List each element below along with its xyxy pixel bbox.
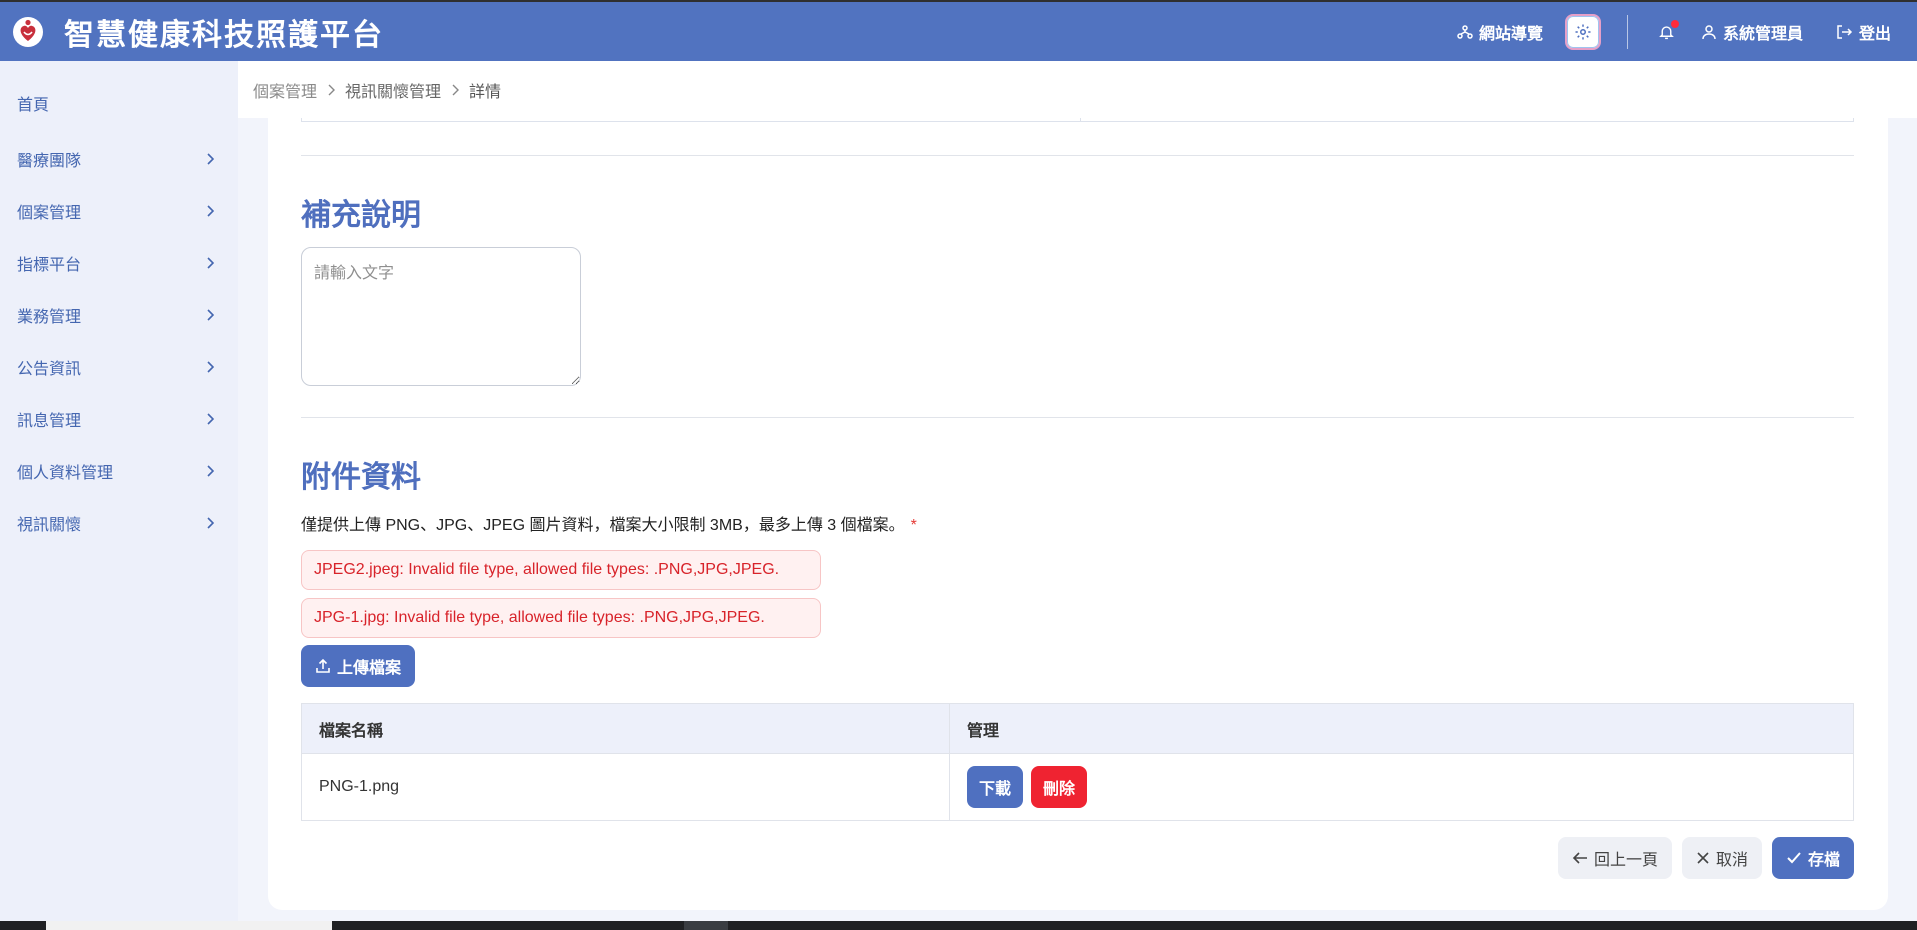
- table-header: 檔案名稱 管理: [302, 704, 1853, 754]
- chevron-right-icon: [207, 257, 214, 269]
- save-label: 存檔: [1807, 852, 1840, 869]
- cancel-button[interactable]: 取消: [1681, 837, 1762, 879]
- upload-error-message: JPEG2.jpeg: Invalid file type, allowed f…: [301, 550, 821, 590]
- sidebar-item-home[interactable]: 首頁: [0, 61, 238, 133]
- check-icon: [1787, 852, 1801, 864]
- file-name-cell: PNG-1.png: [302, 754, 950, 820]
- sidebar-item-medical-team[interactable]: 醫療團隊: [0, 133, 238, 185]
- delete-button[interactable]: 刪除: [1031, 766, 1088, 808]
- taskbar-app[interactable]: [684, 921, 728, 930]
- sidebar-item-label: 醫療團隊: [17, 153, 82, 170]
- column-header-file-name: 檔案名稱: [302, 704, 950, 753]
- header-divider: [1626, 14, 1628, 49]
- table-row: PNG-1.png 下載 刪除: [302, 754, 1853, 820]
- back-label: 回上一頁: [1593, 852, 1658, 869]
- section-divider: [301, 417, 1854, 418]
- sidebar-item-video-care[interactable]: 視訊關懷: [0, 497, 238, 549]
- upload-error-message: JPG-1.jpg: Invalid file type, allowed fi…: [301, 598, 821, 638]
- upload-hint: 僅提供上傳 PNG、JPG、JPEG 圖片資料，檔案大小限制 3MB，最多上傳 …: [301, 511, 917, 535]
- close-icon: [1697, 852, 1709, 864]
- sidebar-item-label: 個案管理: [17, 205, 82, 222]
- manage-cell: 下載 刪除: [950, 754, 1853, 820]
- top-header: 智慧健康科技照護平台 網站導覽 系統管理員 登出: [0, 0, 1917, 61]
- notification-button[interactable]: [1658, 19, 1679, 41]
- upload-file-label: 上傳檔案: [336, 660, 401, 677]
- user-icon: [1702, 24, 1716, 39]
- settings-button[interactable]: [1564, 13, 1601, 50]
- logout-label: 登出: [1858, 25, 1891, 43]
- chevron-right-icon: [207, 205, 214, 217]
- sidebar-item-business-management[interactable]: 業務管理: [0, 289, 238, 341]
- sidebar-item-label: 業務管理: [17, 309, 82, 326]
- gear-icon: [1575, 24, 1591, 39]
- sidebar-item-label: 視訊關懷: [17, 517, 82, 534]
- attachments-title: 附件資料: [301, 461, 421, 494]
- upload-icon: [316, 658, 330, 673]
- sidebar-item-label: 公告資訊: [17, 361, 82, 378]
- previous-table-edge: [301, 118, 1854, 122]
- user-menu[interactable]: 系統管理員: [1701, 20, 1803, 44]
- logout-link[interactable]: 登出: [1836, 20, 1891, 44]
- chevron-right-icon: [207, 309, 214, 321]
- save-button[interactable]: 存檔: [1771, 837, 1854, 879]
- chevron-right-icon: [207, 361, 214, 373]
- download-button[interactable]: 下載: [967, 766, 1024, 808]
- notes-title: 補充說明: [301, 199, 421, 232]
- sidebar-item-label: 首頁: [17, 97, 50, 114]
- sidebar-item-label: 指標平台: [17, 257, 82, 274]
- os-taskbar: [0, 921, 1917, 930]
- sidebar-item-label: 訊息管理: [17, 413, 82, 430]
- breadcrumb-item-video-care[interactable]: 視訊關懷管理: [345, 78, 441, 102]
- breadcrumb-item-current: 詳情: [469, 83, 502, 101]
- notification-dot: [1670, 19, 1679, 28]
- cancel-label: 取消: [1715, 852, 1748, 869]
- logout-icon: [1837, 24, 1853, 39]
- sidebar: 首頁 醫療團隊 個案管理 指標平台 業務管理 公告資訊 訊息管理 個人資料管理 …: [0, 61, 238, 921]
- chevron-right-icon: [207, 517, 214, 529]
- logo-icon[interactable]: [10, 14, 46, 50]
- sidebar-item-profile[interactable]: 個人資料管理: [0, 445, 238, 497]
- sidebar-item-indicator-platform[interactable]: 指標平台: [0, 237, 238, 289]
- notes-textarea[interactable]: [301, 247, 581, 386]
- breadcrumb-item-case-management[interactable]: 個案管理: [253, 78, 317, 102]
- back-button[interactable]: 回上一頁: [1557, 837, 1672, 879]
- chevron-right-icon: [207, 413, 214, 425]
- chevron-right-icon: [207, 153, 214, 165]
- site-nav-label: 網站導覽: [1478, 25, 1543, 43]
- breadcrumb: 個案管理 視訊關懷管理 詳情: [238, 61, 1917, 118]
- sidebar-item-case-management[interactable]: 個案管理: [0, 185, 238, 237]
- attachments-table: 檔案名稱 管理 PNG-1.png 下載 刪除: [301, 703, 1854, 821]
- taskbar-search[interactable]: [46, 921, 332, 930]
- detail-card: 補充說明 附件資料 僅提供上傳 PNG、JPG、JPEG 圖片資料，檔案大小限制…: [268, 118, 1888, 910]
- chevron-right-icon: [327, 84, 336, 96]
- app-title: 智慧健康科技照護平台: [64, 18, 384, 52]
- form-actions: 回上一頁 取消 存檔: [1548, 837, 1854, 879]
- column-header-manage: 管理: [967, 722, 1000, 740]
- upload-file-button[interactable]: 上傳檔案: [301, 645, 415, 687]
- sidebar-item-announcements[interactable]: 公告資訊: [0, 341, 238, 393]
- chevron-right-icon: [207, 465, 214, 477]
- user-label: 系統管理員: [1722, 25, 1803, 43]
- sidebar-item-label: 個人資料管理: [17, 465, 114, 482]
- arrow-left-icon: [1572, 852, 1587, 864]
- sidebar-item-messages[interactable]: 訊息管理: [0, 393, 238, 445]
- required-mark: *: [910, 517, 917, 534]
- sitemap-icon: [1457, 24, 1473, 39]
- upload-hint-text: 僅提供上傳 PNG、JPG、JPEG 圖片資料，檔案大小限制 3MB，最多上傳 …: [301, 517, 905, 534]
- site-nav-link[interactable]: 網站導覽: [1457, 20, 1543, 44]
- section-divider: [301, 155, 1854, 156]
- chevron-right-icon: [451, 84, 460, 96]
